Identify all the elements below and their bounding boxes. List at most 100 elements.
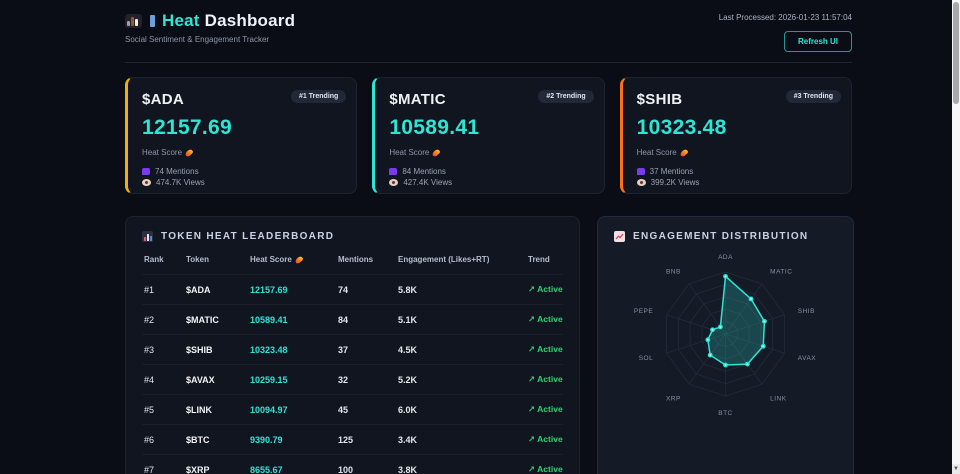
page-subtitle: Social Sentiment & Engagement Tracker	[125, 35, 295, 44]
cell-token: $MATIC	[186, 315, 250, 325]
flame-icon	[679, 148, 688, 157]
chart-increasing-icon	[614, 231, 625, 242]
cell-token: $ADA	[186, 285, 250, 295]
eye-icon	[389, 179, 398, 186]
title-accent: Heat	[162, 11, 200, 30]
cell-mentions: 84	[338, 315, 398, 325]
cell-token: $SHIB	[186, 345, 250, 355]
cell-mentions: 37	[338, 345, 398, 355]
trending-cards-row: $ADA #1 Trending 12157.69 Heat Score 74 …	[125, 77, 852, 194]
radar-axis-label: PEPE	[634, 308, 654, 315]
cell-engagement: 5.2K	[398, 375, 528, 385]
header-actions: Last Processed: 2026-01-23 11:57:04 Refr…	[719, 11, 852, 52]
cell-token: $LINK	[186, 405, 250, 415]
radar-axis-label: BTC	[718, 410, 733, 417]
col-heat-score: Heat Score	[250, 255, 338, 264]
leaderboard-table: Rank Token Heat Score Mentions Engagemen…	[142, 255, 563, 474]
leaderboard-title-row: TOKEN HEAT LEADERBOARD	[142, 231, 563, 242]
lower-grid: TOKEN HEAT LEADERBOARD Rank Token Heat S…	[125, 216, 852, 474]
bar-chart-icon	[142, 231, 153, 242]
cell-trend: ↗ Active	[528, 344, 563, 355]
card-stats: 84 Mentions 427.4K Views	[389, 166, 589, 188]
cell-engagement: 6.0K	[398, 405, 528, 415]
cell-rank: #5	[144, 405, 186, 415]
trending-card: $ADA #1 Trending 12157.69 Heat Score 74 …	[125, 77, 357, 194]
cell-heat-score: 10094.97	[250, 405, 338, 415]
cell-token: $XRP	[186, 465, 250, 474]
leaderboard-title: TOKEN HEAT LEADERBOARD	[161, 231, 334, 242]
engagement-panel: ENGAGEMENT DISTRIBUTION ADAMATICSHIBAVAX…	[597, 216, 854, 474]
views-row: 427.4K Views	[389, 177, 589, 188]
radar-chart: ADAMATICSHIBAVAXLINKBTCXRPSOLPEPEBNB	[614, 252, 837, 424]
cell-heat-score: 9390.79	[250, 435, 338, 445]
table-row[interactable]: #6 $BTC 9390.79 125 3.4K ↗ Active	[142, 424, 563, 454]
cell-engagement: 3.8K	[398, 465, 528, 474]
cell-rank: #3	[144, 345, 186, 355]
radar-axis-label: MATIC	[770, 269, 792, 276]
radar-axis-label: SOL	[639, 355, 654, 362]
title-rest: Dashboard	[205, 11, 296, 30]
table-row[interactable]: #3 $SHIB 10323.48 37 4.5K ↗ Active	[142, 334, 563, 364]
engagement-title: ENGAGEMENT DISTRIBUTION	[633, 231, 808, 242]
col-mentions: Mentions	[338, 255, 398, 264]
mentions-row: 37 Mentions	[637, 166, 837, 177]
page-scrollbar[interactable]: ▼	[952, 0, 960, 474]
cell-trend: ↗ Active	[528, 374, 563, 385]
radar-axis-label: XRP	[666, 395, 681, 402]
card-stats: 74 Mentions 474.7K Views	[142, 166, 342, 188]
heat-score-label: Heat Score	[637, 148, 677, 157]
trending-rank-badge: #2 Trending	[538, 90, 593, 103]
last-processed-timestamp: Last Processed: 2026-01-23 11:57:04	[719, 13, 852, 22]
speech-bubble-icon	[389, 168, 397, 175]
mentions-value: 37 Mentions	[650, 166, 694, 177]
cell-heat-score: 10589.41	[250, 315, 338, 325]
cell-rank: #1	[144, 285, 186, 295]
scrollbar-thumb[interactable]	[953, 2, 959, 104]
speech-bubble-icon	[142, 168, 150, 175]
col-token: Token	[186, 255, 250, 264]
logo-accent-icon	[150, 15, 155, 27]
mentions-row: 84 Mentions	[389, 166, 589, 177]
table-row[interactable]: #5 $LINK 10094.97 45 6.0K ↗ Active	[142, 394, 563, 424]
heat-score-label: Heat Score	[142, 148, 182, 157]
heat-score-label: Heat Score	[389, 148, 429, 157]
cell-mentions: 74	[338, 285, 398, 295]
table-row[interactable]: #2 $MATIC 10589.41 84 5.1K ↗ Active	[142, 304, 563, 334]
cell-rank: #2	[144, 315, 186, 325]
flame-icon	[184, 148, 193, 157]
flame-icon	[432, 148, 441, 157]
card-heat-score: 10323.48	[637, 116, 837, 140]
cell-mentions: 32	[338, 375, 398, 385]
card-heat-label-row: Heat Score	[637, 148, 837, 157]
card-heat-score: 12157.69	[142, 116, 342, 140]
table-row[interactable]: #7 $XRP 8655.67 100 3.8K ↗ Active	[142, 454, 563, 474]
table-row[interactable]: #1 $ADA 12157.69 74 5.8K ↗ Active	[142, 274, 563, 304]
views-row: 399.2K Views	[637, 177, 837, 188]
eye-icon	[142, 179, 151, 186]
cell-engagement: 5.8K	[398, 285, 528, 295]
table-row[interactable]: #4 $AVAX 10259.15 32 5.2K ↗ Active	[142, 364, 563, 394]
views-value: 474.7K Views	[156, 177, 205, 188]
radar-axis-label: LINK	[770, 395, 787, 402]
cell-rank: #6	[144, 435, 186, 445]
cell-heat-score: 12157.69	[250, 285, 338, 295]
radar-axis-label: SHIB	[798, 308, 815, 315]
page-title: Heat Dashboard	[162, 11, 295, 31]
cell-token: $BTC	[186, 435, 250, 445]
trending-card: $SHIB #3 Trending 10323.48 Heat Score 37…	[620, 77, 852, 194]
trending-card: $MATIC #2 Trending 10589.41 Heat Score 8…	[372, 77, 604, 194]
cell-engagement: 4.5K	[398, 345, 528, 355]
cell-heat-score: 10259.15	[250, 375, 338, 385]
scrollbar-down-arrow[interactable]: ▼	[952, 464, 960, 474]
leaderboard-header-row: Rank Token Heat Score Mentions Engagemen…	[142, 255, 563, 274]
refresh-ui-button[interactable]: Refresh UI	[784, 31, 852, 52]
cell-token: $AVAX	[186, 375, 250, 385]
app-header: Heat Dashboard Social Sentiment & Engage…	[125, 0, 852, 63]
leaderboard-panel: TOKEN HEAT LEADERBOARD Rank Token Heat S…	[125, 216, 580, 474]
trending-rank-badge: #1 Trending	[291, 90, 346, 103]
mentions-value: 74 Mentions	[155, 166, 199, 177]
cell-trend: ↗ Active	[528, 434, 563, 445]
col-heat-label: Heat Score	[250, 255, 292, 264]
radar-axis-label: ADA	[718, 254, 733, 261]
logo-row: Heat Dashboard	[125, 11, 295, 31]
